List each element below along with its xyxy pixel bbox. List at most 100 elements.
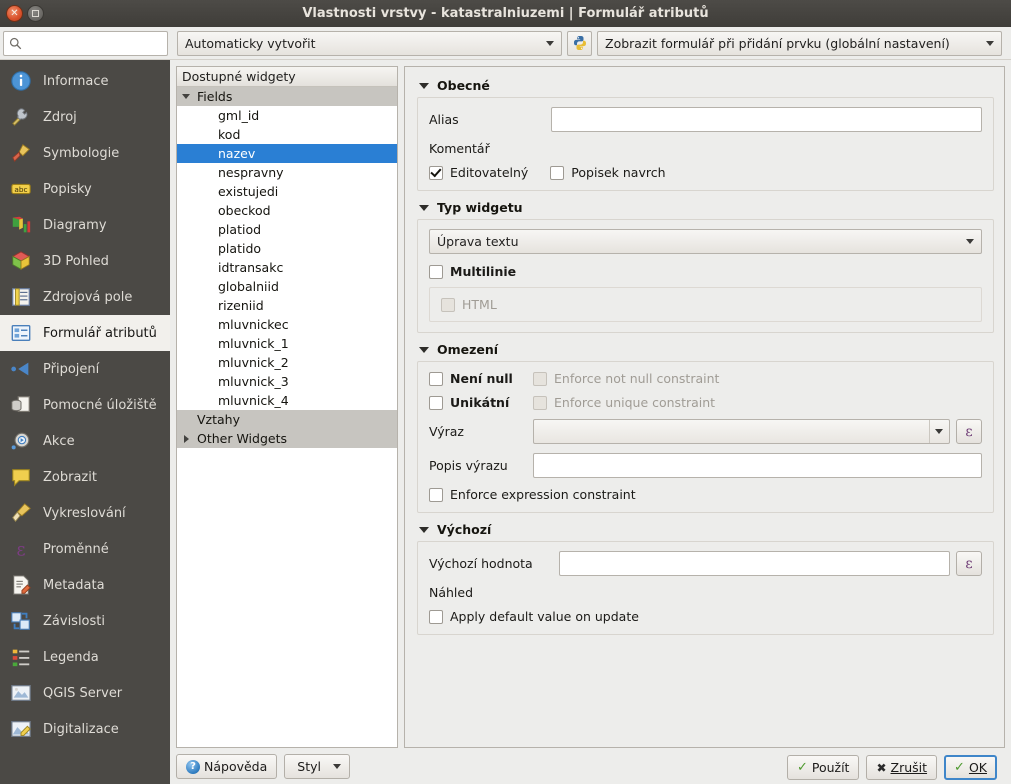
preview-row: Náhled [429, 585, 982, 600]
alias-input[interactable] [551, 107, 982, 132]
default-value-input[interactable] [559, 551, 950, 576]
section-widget-type-title: Typ widgetu [437, 200, 523, 215]
section-widget-type-header[interactable]: Typ widgetu [419, 200, 994, 215]
maximize-icon[interactable] [27, 5, 44, 22]
close-icon[interactable]: ✕ [6, 5, 23, 22]
tree-group-label: Other Widgets [197, 431, 287, 446]
tree-item-field[interactable]: obeckod [177, 201, 397, 220]
tree-item-field[interactable]: nespravny [177, 163, 397, 182]
svg-text:ε: ε [16, 540, 25, 560]
sidebar-item-popisky[interactable]: abc Popisky [0, 171, 170, 207]
tree-item-field[interactable]: mluvnickec [177, 315, 397, 334]
actions-icon [8, 428, 34, 454]
apply-on-update-label: Apply default value on update [450, 609, 639, 624]
sidebar-item-metadata[interactable]: Metadata [0, 567, 170, 603]
tree-item-field[interactable]: gml_id [177, 106, 397, 125]
chevron-right-icon[interactable] [177, 434, 195, 443]
checkbox-icon[interactable] [429, 395, 443, 410]
sidebar-item-formular-atributu[interactable]: Formulář atributů [0, 315, 170, 351]
tree-group-vztahy[interactable]: Vztahy [177, 410, 397, 429]
tree-item-field[interactable]: idtransakc [177, 258, 397, 277]
sidebar-item-digitalizace[interactable]: Digitalizace [0, 711, 170, 747]
sidebar-item-zdrojova-pole[interactable]: Zdrojová pole [0, 279, 170, 315]
checkbox-icon[interactable] [429, 264, 443, 279]
style-button[interactable]: Styl [284, 754, 350, 779]
checkbox-icon[interactable] [429, 609, 443, 624]
unique-checkbox[interactable]: Unikátní [429, 395, 533, 410]
tree-item-field[interactable]: rizeniid [177, 296, 397, 315]
enforce-expression-checkbox[interactable]: Enforce expression constraint [429, 487, 636, 502]
sidebar-item-zobrazit[interactable]: Zobrazit [0, 459, 170, 495]
sidebar-item-qgis-server[interactable]: QGIS Server [0, 675, 170, 711]
search-input[interactable] [26, 34, 162, 52]
sidebar-item-symbologie[interactable]: Symbologie [0, 135, 170, 171]
tree-item-field[interactable]: mluvnick_1 [177, 334, 397, 353]
not-null-checkbox[interactable]: Není null [429, 371, 533, 386]
label-on-top-checkbox[interactable]: Popisek navrch [550, 165, 666, 180]
tree-group-fields[interactable]: Fields [177, 87, 397, 106]
help-button[interactable]: ? Nápověda [176, 754, 278, 779]
chevron-down-icon [966, 239, 974, 244]
section-defaults-header[interactable]: Výchozí [419, 522, 994, 537]
editor-layout-combo[interactable]: Automaticky vytvořit [177, 30, 562, 56]
auxiliary-storage-icon [8, 392, 34, 418]
tree-item-field[interactable]: mluvnick_3 [177, 372, 397, 391]
section-general-header[interactable]: Obecné [419, 78, 994, 93]
tree-group-other-widgets[interactable]: Other Widgets [177, 429, 397, 448]
sidebar-item-label: Zdrojová pole [43, 289, 133, 305]
editable-checkbox[interactable]: Editovatelný [429, 165, 528, 180]
form-suppress-value: Zobrazit formulář při přidání prvku (glo… [605, 35, 950, 51]
constraint-expression-desc-row: Popis výrazu [429, 453, 982, 478]
epsilon-expression-icon[interactable]: ε [956, 551, 982, 576]
tree-item-field[interactable]: kod [177, 125, 397, 144]
sidebar-item-label: 3D Pohled [43, 253, 109, 269]
checkbox-icon[interactable] [550, 165, 565, 180]
label-on-top-label: Popisek navrch [571, 165, 666, 180]
sidebar-item-promenne[interactable]: ε Proměnné [0, 531, 170, 567]
form-suppress-combo[interactable]: Zobrazit formulář při přidání prvku (glo… [597, 30, 1002, 56]
constraint-expression-combo[interactable] [533, 419, 950, 444]
sidebar-item-zavislosti[interactable]: Závislosti [0, 603, 170, 639]
tree-item-field[interactable]: mluvnick_2 [177, 353, 397, 372]
tree-header: Dostupné widgety [177, 67, 397, 87]
multiline-checkbox[interactable]: Multilinie [429, 264, 982, 279]
diagrams-icon [8, 212, 34, 238]
widget-type-combo[interactable]: Úprava textu [429, 229, 982, 254]
sidebar-item-informace[interactable]: Informace [0, 63, 170, 99]
section-constraints-header[interactable]: Omezení [419, 342, 994, 357]
search-box[interactable] [3, 30, 168, 56]
sidebar-item-zdroj[interactable]: Zdroj [0, 99, 170, 135]
checkbox-icon[interactable] [429, 165, 443, 180]
sidebar-item-pripojeni[interactable]: Připojení [0, 351, 170, 387]
expression-desc-input[interactable] [533, 453, 982, 478]
tree-item-field[interactable]: globalniid [177, 277, 397, 296]
sidebar-item-label: Digitalizace [43, 721, 119, 737]
tree-item-field[interactable]: mluvnick_4 [177, 391, 397, 410]
tree-item-label: globalniid [218, 279, 279, 294]
sidebar-item-diagramy[interactable]: Diagramy [0, 207, 170, 243]
sidebar-item-legenda[interactable]: Legenda [0, 639, 170, 675]
tree-item-field[interactable]: existujedi [177, 182, 397, 201]
legend-icon [8, 644, 34, 670]
cancel-button[interactable]: ✖ Zrušit [866, 755, 938, 780]
python-init-button[interactable] [567, 30, 592, 56]
available-widgets-tree[interactable]: Dostupné widgety Fields gml_id kod nazev… [176, 66, 398, 748]
epsilon-expression-icon[interactable]: ε [956, 419, 982, 444]
tree-item-field-selected[interactable]: nazev [177, 144, 397, 163]
sidebar-item-akce[interactable]: Akce [0, 423, 170, 459]
tree-item-field[interactable]: platido [177, 239, 397, 258]
chevron-down-icon [546, 40, 554, 46]
tree-item-label: kod [218, 127, 241, 142]
ok-button[interactable]: ✓ OK [944, 755, 997, 780]
digitizing-icon [8, 716, 34, 742]
sidebar-item-pomocne-uloziste[interactable]: Pomocné úložiště [0, 387, 170, 423]
checkbox-icon[interactable] [429, 371, 443, 386]
sidebar-item-vykreslovani[interactable]: Vykreslování [0, 495, 170, 531]
apply-button[interactable]: ✓ Použít [786, 755, 860, 780]
tree-item-field[interactable]: platiod [177, 220, 397, 239]
checkbox-icon[interactable] [429, 487, 443, 502]
chevron-down-icon[interactable] [177, 94, 195, 99]
comment-row: Komentář [429, 141, 982, 156]
sidebar-item-3d-pohled[interactable]: 3D Pohled [0, 243, 170, 279]
apply-default-on-update-checkbox[interactable]: Apply default value on update [429, 609, 639, 624]
